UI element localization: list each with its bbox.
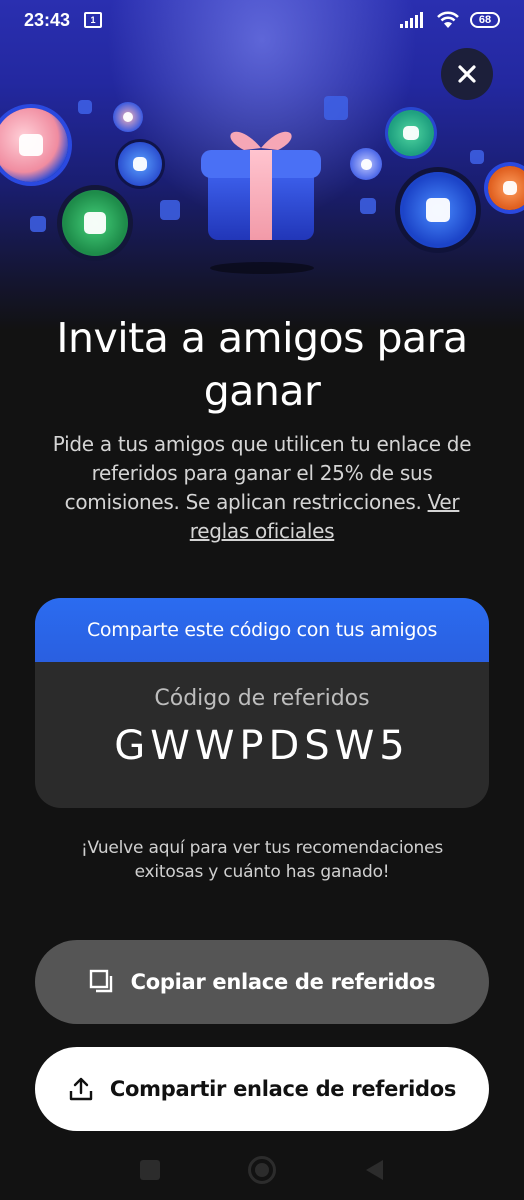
- referral-code-label: Código de referidos: [154, 686, 370, 711]
- info-note: ¡Vuelve aquí para ver tus recomendacione…: [80, 838, 444, 882]
- avatar-bubble-icon: [400, 172, 476, 248]
- code-card-header: Comparte este código con tus amigos: [35, 598, 489, 662]
- cube-decoration-icon: [324, 96, 348, 120]
- gift-icon: [201, 131, 321, 240]
- recents-button[interactable]: [139, 1159, 161, 1181]
- copy-referral-link-button[interactable]: Copiar enlace de referidos: [35, 940, 489, 1024]
- copy-button-label: Copiar enlace de referidos: [130, 970, 436, 994]
- avatar-bubble-icon: [350, 148, 382, 180]
- cube-decoration-icon: [360, 198, 376, 214]
- status-time: 23:43: [24, 9, 71, 30]
- description: Pide a tus amigos que utilicen tu enlace…: [40, 430, 484, 546]
- sim-icon: 1: [84, 12, 103, 28]
- avatar-bubble-icon: [488, 166, 524, 210]
- wifi-icon: [437, 11, 459, 28]
- avatar-bubble-icon: [113, 102, 143, 132]
- share-button-label: Compartir enlace de referidos: [109, 1077, 457, 1101]
- description-text: Pide a tus amigos que utilicen tu enlace…: [52, 432, 472, 514]
- referral-code-value: GWWPDSW5: [114, 723, 410, 769]
- share-icon: [69, 1077, 93, 1101]
- page-title: Invita a amigos para ganar: [56, 314, 468, 415]
- status-bar: 23:43 1 68: [0, 0, 524, 40]
- cube-decoration-icon: [30, 216, 46, 232]
- home-button[interactable]: [247, 1155, 277, 1185]
- avatar-bubble-icon: [62, 190, 128, 256]
- referral-code-card: Comparte este código con tus amigos Códi…: [35, 598, 489, 808]
- cube-decoration-icon: [78, 100, 92, 114]
- signal-icon: [400, 12, 423, 28]
- cube-decoration-icon: [160, 200, 180, 220]
- cube-decoration-icon: [470, 150, 484, 164]
- battery-icon: 68: [470, 12, 500, 28]
- copy-icon: [89, 969, 112, 993]
- close-icon: [458, 65, 476, 83]
- avatar-bubble-icon: [118, 142, 162, 186]
- close-button[interactable]: [441, 48, 493, 100]
- back-button[interactable]: [363, 1158, 385, 1182]
- gift-shadow: [210, 262, 314, 274]
- system-navigation-bar: [0, 1140, 524, 1200]
- share-referral-link-button[interactable]: Compartir enlace de referidos: [35, 1047, 489, 1131]
- avatar-bubble-icon: [388, 110, 434, 156]
